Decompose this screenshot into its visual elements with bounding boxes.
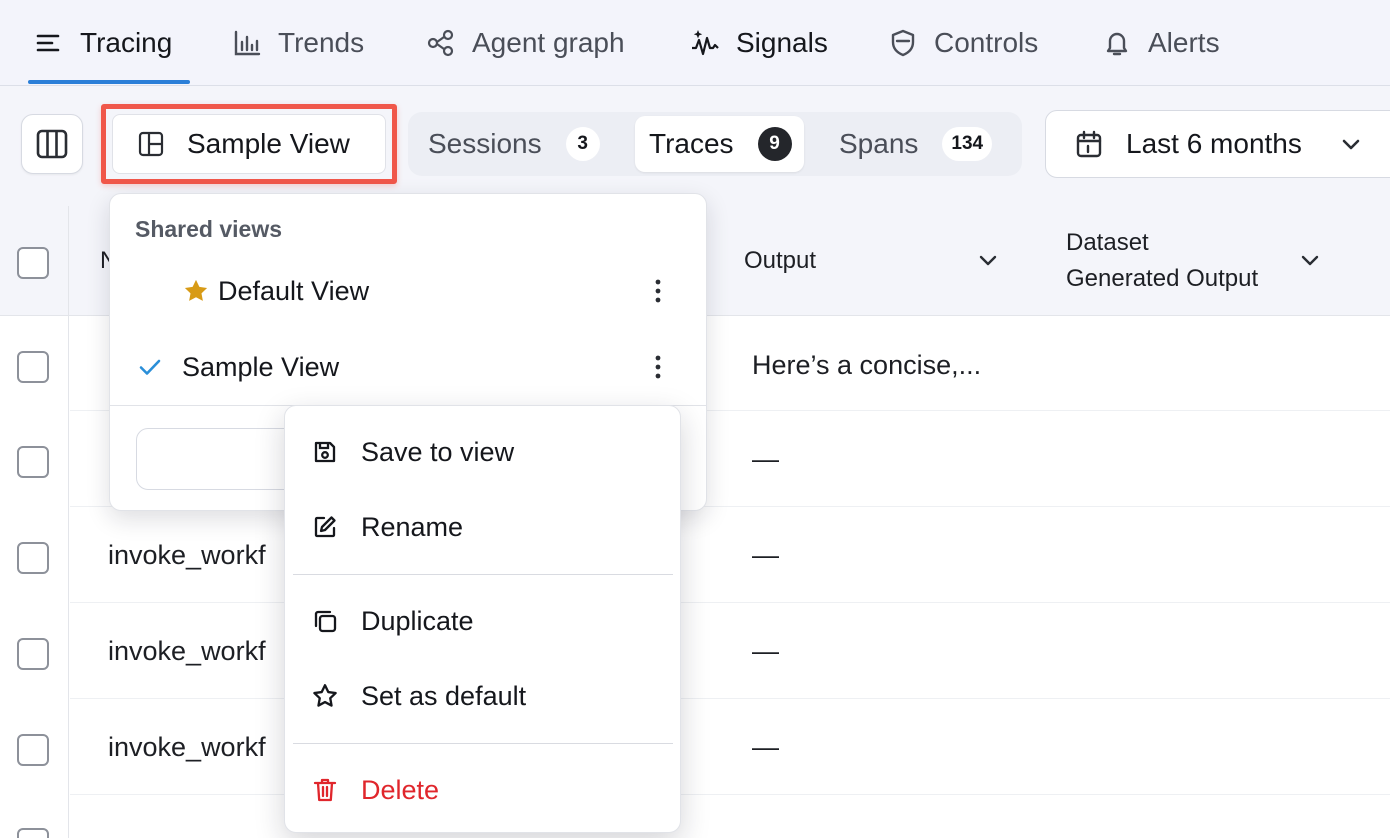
columns-toggle-button[interactable] — [21, 114, 83, 174]
row-name[interactable]: invoke_workf — [108, 540, 266, 571]
nav-tab-label: Tracing — [80, 27, 173, 58]
sparkle-wave-icon — [692, 30, 719, 56]
pencil-icon — [314, 516, 336, 538]
row-checkbox[interactable] — [17, 542, 49, 574]
views-dropdown-header: Shared views — [135, 216, 283, 242]
layout-icon — [138, 131, 164, 157]
nav-tab-alerts[interactable]: Alerts — [1102, 0, 1220, 86]
menu-item-set-as-default[interactable]: Set as default — [285, 661, 680, 731]
count-badge: 9 — [757, 127, 792, 161]
nav-tab-label: Alerts — [1148, 27, 1220, 58]
nav-tab-controls[interactable]: Controls — [888, 0, 1038, 86]
chevron-down-icon[interactable] — [975, 247, 1001, 273]
more-vertical-icon[interactable] — [646, 276, 670, 306]
select-all-checkbox[interactable] — [17, 247, 49, 279]
row-name[interactable]: invoke_workf — [108, 732, 266, 763]
trash-icon — [313, 778, 337, 802]
chevron-down-icon[interactable] — [1297, 247, 1323, 273]
column-divider — [68, 206, 69, 838]
top-navigation: Tracing Trends Agent graph Signals Contr… — [0, 0, 1390, 86]
row-checkbox[interactable] — [17, 446, 49, 478]
nav-tab-agent-graph[interactable]: Agent graph — [426, 0, 625, 86]
menu-item-label: Rename — [361, 511, 464, 542]
menu-item-label: Duplicate — [361, 605, 474, 636]
bell-icon — [1106, 32, 1128, 56]
columns-icon — [36, 129, 68, 159]
count-badge: 134 — [942, 127, 993, 161]
view-selector-button[interactable]: Sample View — [112, 114, 386, 174]
view-option-label: Sample View — [182, 351, 340, 382]
row-checkbox[interactable] — [17, 828, 49, 838]
view-selector-label: Sample View — [187, 128, 350, 159]
view-option-label: Default View — [218, 275, 370, 306]
calendar-icon — [1076, 130, 1102, 158]
tab-label: Spans — [839, 128, 919, 159]
row-divider — [70, 698, 1390, 699]
menu-item-label: Set as default — [361, 680, 527, 711]
menu-lines-icon — [36, 34, 60, 52]
tab-sessions[interactable]: Sessions 3 — [414, 116, 614, 172]
check-icon — [139, 359, 161, 375]
save-icon — [314, 441, 336, 463]
star-outline-icon — [313, 684, 337, 707]
nav-tab-trends[interactable]: Trends — [232, 0, 364, 86]
tab-traces[interactable]: Traces 9 — [635, 116, 804, 172]
date-range-label: Last 6 months — [1126, 128, 1302, 159]
view-option-sample[interactable]: Sample View — [110, 332, 706, 402]
nav-tab-label: Signals — [736, 27, 828, 58]
nav-tab-signals[interactable]: Signals — [690, 0, 828, 86]
menu-item-duplicate[interactable]: Duplicate — [285, 586, 680, 656]
row-name[interactable]: invoke_workf — [108, 636, 266, 667]
row-divider — [70, 794, 1390, 795]
nav-tab-label: Trends — [278, 27, 365, 58]
row-output: — — [752, 732, 779, 762]
row-output: — — [752, 636, 779, 666]
star-filled-icon — [184, 279, 208, 301]
row-output: — — [752, 540, 779, 570]
row-checkbox[interactable] — [17, 351, 49, 383]
tab-label: Traces — [649, 128, 734, 159]
graph-nodes-icon — [427, 29, 454, 57]
menu-divider — [293, 574, 673, 575]
more-vertical-icon[interactable] — [646, 352, 670, 382]
row-checkbox[interactable] — [17, 638, 49, 670]
menu-item-save-to-view[interactable]: Save to view — [285, 417, 680, 487]
row-checkbox[interactable] — [17, 734, 49, 766]
copy-icon — [314, 610, 337, 633]
column-header-output[interactable]: Output — [744, 243, 816, 279]
menu-divider — [293, 743, 673, 744]
row-output: — — [752, 444, 779, 474]
row-output: Here’s a concise,... — [752, 350, 982, 380]
count-badge: 3 — [565, 127, 600, 161]
view-option-default[interactable]: Default View — [110, 256, 706, 326]
row-divider — [70, 602, 1390, 603]
header-line: Generated Output — [1066, 265, 1259, 292]
tab-label: Sessions — [428, 128, 542, 159]
header-line: Dataset — [1066, 229, 1149, 256]
menu-item-rename[interactable]: Rename — [285, 492, 680, 562]
chevron-down-icon — [1342, 139, 1360, 150]
column-header-dataset[interactable]: Dataset Generated Output — [1066, 225, 1258, 297]
nav-tab-label: Controls — [934, 27, 1039, 58]
active-tab-indicator — [28, 80, 190, 84]
view-actions-menu: Save to view Rename Duplicate Set as def… — [284, 405, 681, 833]
menu-item-delete[interactable]: Delete — [285, 755, 680, 825]
nav-tab-label: Agent graph — [472, 27, 625, 58]
date-range-picker[interactable]: Last 6 months — [1045, 110, 1390, 178]
shield-icon — [891, 29, 915, 57]
bar-chart-icon — [234, 30, 261, 56]
tab-spans[interactable]: Spans 134 — [825, 116, 1006, 172]
menu-item-label: Delete — [361, 774, 440, 805]
nav-tab-tracing[interactable]: Tracing — [34, 0, 172, 86]
menu-item-label: Save to view — [361, 436, 515, 467]
